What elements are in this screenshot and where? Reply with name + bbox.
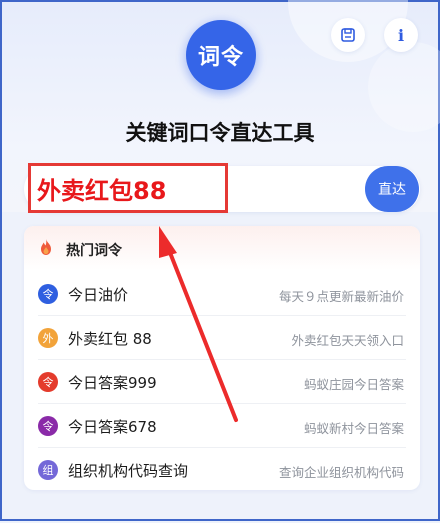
hot-keywords-title: 热门词令 — [66, 243, 122, 259]
item-label: 外卖红包 88 — [68, 330, 152, 348]
item-description: 每天９点更新最新油价 — [278, 289, 404, 304]
item-label: 今日答案999 — [68, 374, 157, 392]
list-item[interactable]: 外 外卖红包 88 外卖红包天天领入口 — [24, 316, 420, 360]
info-icon: i — [397, 25, 405, 45]
item-label: 今日油价 — [68, 286, 129, 304]
info-button[interactable]: i — [384, 18, 418, 52]
app-logo: 词令 — [186, 20, 256, 90]
hot-keywords-header: 热门词令 — [24, 226, 420, 270]
item-badge: 令 — [38, 372, 58, 392]
item-description: 蚂蚁新村今日答案 — [303, 421, 404, 436]
save-icon — [341, 28, 355, 42]
item-badge: 令 — [38, 284, 58, 304]
page-title: 关键词口令直达工具 — [125, 121, 315, 145]
item-label: 组织机构代码查询 — [68, 462, 189, 480]
list-item[interactable]: 组 组织机构代码查询 查询企业组织机构代码 — [24, 448, 420, 490]
fire-icon — [38, 238, 54, 261]
search-input-value: 外卖红包88 — [37, 176, 167, 205]
item-badge: 令 — [38, 416, 58, 436]
list-item[interactable]: 令 今日油价 每天９点更新最新油价 — [24, 272, 420, 316]
item-description: 查询企业组织机构代码 — [278, 465, 404, 480]
list-item[interactable]: 令 今日答案999 蚂蚁庄园今日答案 — [24, 360, 420, 404]
save-button[interactable] — [331, 18, 365, 52]
search-input[interactable]: 外卖红包88 — [28, 163, 228, 213]
item-description: 外卖红包天天领入口 — [291, 333, 404, 348]
item-badge: 组 — [38, 460, 58, 480]
list-item[interactable]: 令 今日答案678 蚂蚁新村今日答案 — [24, 404, 420, 448]
logo-text: 词令 — [197, 45, 244, 70]
item-badge: 外 — [38, 328, 58, 348]
item-description: 蚂蚁庄园今日答案 — [303, 377, 404, 392]
hot-keywords-card: 热门词令 令 今日油价 每天９点更新最新油价 外 外卖红包 88 外卖红包天天领… — [24, 226, 420, 490]
item-label: 今日答案678 — [68, 418, 157, 436]
go-button[interactable]: 直达 — [365, 166, 419, 212]
